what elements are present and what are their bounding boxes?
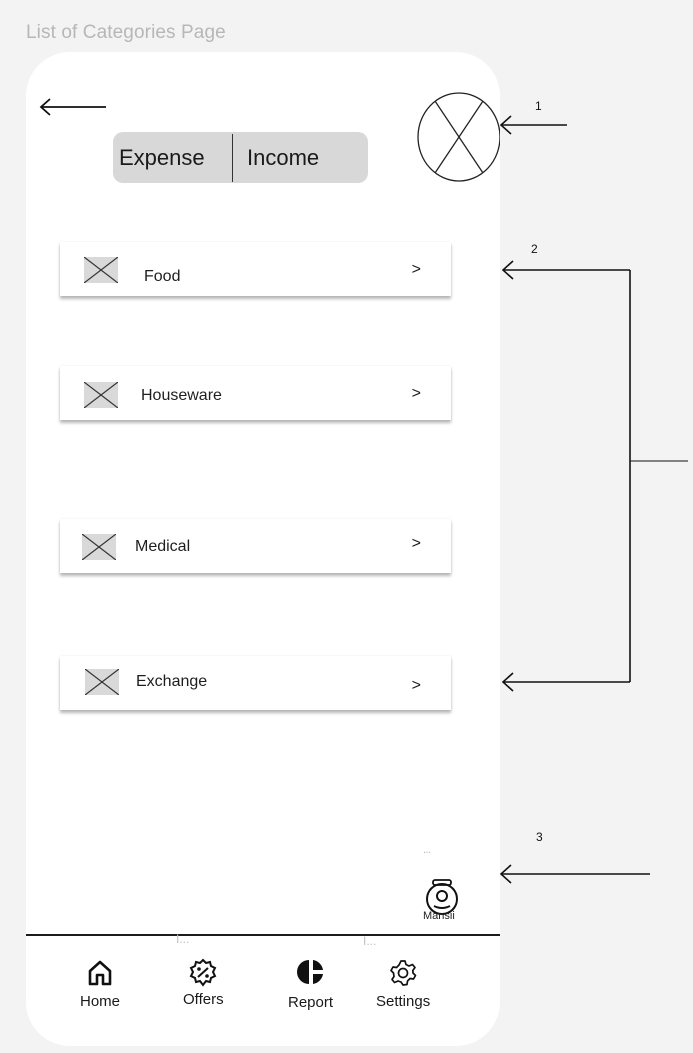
settings-icon — [390, 960, 417, 986]
medical-image-icon — [82, 534, 116, 560]
chevron-right-icon: > — [411, 385, 421, 402]
offers-icon — [189, 958, 217, 987]
category-label: Food — [144, 268, 181, 285]
assistant-label: Mansii — [423, 910, 455, 922]
nav-report-label: Report — [288, 994, 334, 1011]
nav-offers[interactable]: Offers — [183, 958, 224, 1008]
annotation-number: 3 — [536, 830, 543, 844]
category-label: Exchange — [136, 673, 208, 690]
bottom-nav-divider — [26, 934, 500, 936]
nav-report[interactable]: Report — [288, 958, 333, 1011]
chevron-right-icon: > — [411, 261, 421, 278]
nav-marker: I... — [363, 934, 377, 948]
annotation-number: 1 — [535, 99, 542, 113]
annotation-number: 2 — [531, 242, 538, 256]
image-placeholder-icon[interactable] — [416, 91, 500, 183]
nav-settings-label: Settings — [376, 993, 431, 1010]
chevron-right-icon: > — [411, 677, 421, 694]
category-item-food[interactable]: Food > — [60, 242, 451, 296]
houseware-image-icon — [84, 382, 118, 408]
tab-expense[interactable]: Expense — [119, 145, 205, 171]
annotation-arrows — [499, 115, 688, 884]
category-item-houseware[interactable]: Houseware > — [60, 366, 451, 420]
food-image-icon — [84, 257, 118, 283]
category-item-medical[interactable]: Medical > — [60, 519, 451, 573]
report-icon — [296, 960, 323, 984]
nav-marker: I... — [176, 932, 190, 946]
category-label: Houseware — [141, 387, 222, 404]
nav-home[interactable]: Home — [80, 959, 120, 1010]
phone-frame: Expense Income Food > Houseware > Medica… — [26, 52, 500, 1046]
home-icon — [88, 960, 112, 986]
page-title: List of Categories Page — [26, 22, 226, 43]
toggle-divider — [232, 134, 233, 182]
nav-settings[interactable]: Settings — [376, 958, 430, 1010]
back-arrow-icon[interactable] — [38, 96, 108, 118]
chevron-right-icon: > — [411, 535, 421, 552]
nav-home-label: Home — [80, 993, 121, 1010]
category-item-exchange[interactable]: Exchange > — [60, 656, 451, 710]
assistant-dots: ... — [423, 844, 431, 856]
category-label: Medical — [135, 538, 191, 555]
expense-income-toggle: Expense Income — [113, 132, 368, 183]
nav-offers-label: Offers — [183, 991, 224, 1008]
tab-income[interactable]: Income — [247, 145, 319, 171]
exchange-image-icon — [85, 669, 119, 695]
